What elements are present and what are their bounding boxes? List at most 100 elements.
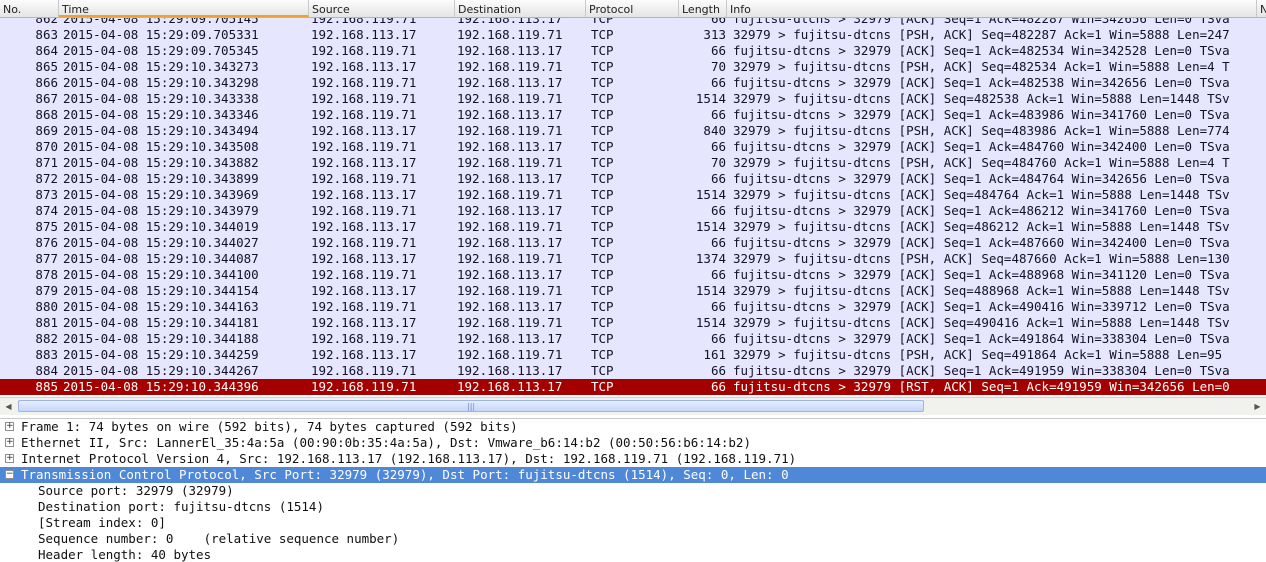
- column-info[interactable]: Info: [727, 0, 1257, 17]
- cell-info: 32979 > fujitsu-dtcns [ACK] Seq=486212 A…: [733, 219, 1230, 234]
- cell-info: 32979 > fujitsu-dtcns [PSH, ACK] Seq=482…: [733, 59, 1230, 74]
- cell-time: 2015-04-08 15:29:10.344396: [63, 379, 259, 394]
- scrollbar-thumb[interactable]: |||: [18, 400, 924, 412]
- column-no[interactable]: No.: [0, 0, 59, 17]
- cell-length: 66: [710, 299, 726, 314]
- cell-destination: 192.168.113.17: [457, 363, 563, 378]
- cell-protocol: TCP: [591, 75, 614, 90]
- cell-no: 881: [35, 315, 58, 330]
- cell-destination: 192.168.113.17: [457, 139, 563, 154]
- packet-row[interactable]: 871 2015-04-08 15:29:10.343882 192.168.113…: [0, 155, 1266, 171]
- detail-tcp-sequence-number[interactable]: Sequence number: 0 (relative sequence nu…: [0, 531, 1266, 547]
- packet-row[interactable]: 872 2015-04-08 15:29:10.343899 192.168.119…: [0, 171, 1266, 187]
- cell-protocol: TCP: [591, 363, 614, 378]
- packet-row[interactable]: 867 2015-04-08 15:29:10.343338 192.168.119…: [0, 91, 1266, 107]
- cell-info: fujitsu-dtcns > 32979 [ACK] Seq=1 Ack=49…: [733, 363, 1230, 378]
- cell-no: 877: [35, 251, 58, 266]
- cell-info: 32979 > fujitsu-dtcns [PSH, ACK] Seq=484…: [733, 155, 1230, 170]
- cell-time: 2015-04-08 15:29:09.705331: [63, 27, 259, 42]
- column-length[interactable]: Length: [679, 0, 727, 17]
- detail-ethernet[interactable]: + Ethernet II, Src: LannerEl_35:4a:5a (0…: [0, 435, 1266, 451]
- column-extra[interactable]: N: [1257, 0, 1266, 17]
- packet-row[interactable]: 879 2015-04-08 15:29:10.344154 192.168.113…: [0, 283, 1266, 299]
- detail-tcp-stream-index[interactable]: [Stream index: 0]: [0, 515, 1266, 531]
- column-source[interactable]: Source: [309, 0, 455, 17]
- cell-protocol: TCP: [591, 139, 614, 154]
- cell-source: 192.168.119.71: [311, 299, 417, 314]
- packet-row[interactable]: 863 2015-04-08 15:29:09.705331 192.168.113…: [0, 27, 1266, 43]
- packet-row[interactable]: 882 2015-04-08 15:29:10.344188 192.168.119…: [0, 331, 1266, 347]
- detail-tcp-destination-port[interactable]: Destination port: fujitsu-dtcns (1514): [0, 499, 1266, 515]
- packet-row[interactable]: 873 2015-04-08 15:29:10.343969 192.168.113…: [0, 187, 1266, 203]
- packet-row-selected[interactable]: 885 2015-04-08 15:29:10.344396 192.168.119…: [0, 379, 1266, 395]
- cell-protocol: TCP: [591, 331, 614, 346]
- detail-frame[interactable]: + Frame 1: 74 bytes on wire (592 bits), …: [0, 419, 1266, 435]
- cell-info: fujitsu-dtcns > 32979 [ACK] Seq=1 Ack=48…: [733, 235, 1230, 250]
- cell-source: 192.168.119.71: [311, 171, 417, 186]
- detail-field-text: [Stream index: 0]: [38, 515, 166, 530]
- expand-icon[interactable]: +: [5, 438, 14, 447]
- triangle-left-icon[interactable]: ◀: [1, 399, 16, 414]
- cell-source: 192.168.119.71: [311, 363, 417, 378]
- triangle-right-icon[interactable]: ▶: [1250, 399, 1265, 414]
- cell-no: 870: [35, 139, 58, 154]
- packet-row[interactable]: 877 2015-04-08 15:29:10.344087 192.168.113…: [0, 251, 1266, 267]
- cell-info: fujitsu-dtcns > 32979 [ACK] Seq=1 Ack=48…: [733, 43, 1230, 58]
- packet-row[interactable]: 868 2015-04-08 15:29:10.343346 192.168.119…: [0, 107, 1266, 123]
- cell-destination: 192.168.119.71: [457, 59, 563, 74]
- packet-details-pane[interactable]: + Frame 1: 74 bytes on wire (592 bits), …: [0, 418, 1266, 562]
- cell-info: fujitsu-dtcns > 32979 [ACK] Seq=1 Ack=48…: [733, 139, 1230, 154]
- cell-info: 32979 > fujitsu-dtcns [PSH, ACK] Seq=491…: [733, 347, 1223, 362]
- cell-source: 192.168.113.17: [311, 27, 417, 42]
- cell-destination: 192.168.113.17: [457, 235, 563, 250]
- cell-no: 880: [35, 299, 58, 314]
- packet-row[interactable]: 878 2015-04-08 15:29:10.344100 192.168.119…: [0, 267, 1266, 283]
- cell-length: 66: [710, 267, 726, 282]
- cell-protocol: TCP: [591, 203, 614, 218]
- packet-row[interactable]: 870 2015-04-08 15:29:10.343508 192.168.119…: [0, 139, 1266, 155]
- packet-row[interactable]: 866 2015-04-08 15:29:10.343298 192.168.119…: [0, 75, 1266, 91]
- packet-row[interactable]: 881 2015-04-08 15:29:10.344181 192.168.113…: [0, 315, 1266, 331]
- cell-protocol: TCP: [591, 171, 614, 186]
- cell-info: 32979 > fujitsu-dtcns [PSH, ACK] Seq=487…: [733, 251, 1230, 266]
- cell-time: 2015-04-08 15:29:10.344259: [63, 347, 259, 362]
- packet-row[interactable]: 875 2015-04-08 15:29:10.344019 192.168.113…: [0, 219, 1266, 235]
- packet-row[interactable]: 865 2015-04-08 15:29:10.343273 192.168.113…: [0, 59, 1266, 75]
- cell-destination: 192.168.119.71: [457, 27, 563, 42]
- packet-row[interactable]: 884 2015-04-08 15:29:10.344267 192.168.119…: [0, 363, 1266, 379]
- detail-tcp[interactable]: − Transmission Control Protocol, Src Por…: [0, 467, 1266, 483]
- cell-source: 192.168.119.71: [311, 43, 417, 58]
- packet-list-pane[interactable]: No. Time Source Destination Protocol Len…: [0, 0, 1266, 397]
- cell-destination: 192.168.119.71: [457, 155, 563, 170]
- packet-row[interactable]: 876 2015-04-08 15:29:10.344027 192.168.119…: [0, 235, 1266, 251]
- detail-field-text: Destination port: fujitsu-dtcns (1514): [38, 499, 324, 514]
- cell-protocol: TCP: [591, 379, 614, 394]
- cell-length: 66: [710, 379, 726, 394]
- cell-destination: 192.168.119.71: [457, 251, 563, 266]
- cell-length: 70: [710, 155, 726, 170]
- detail-tcp-source-port[interactable]: Source port: 32979 (32979): [0, 483, 1266, 499]
- collapse-icon[interactable]: −: [5, 470, 14, 479]
- packet-row[interactable]: 883 2015-04-08 15:29:10.344259 192.168.113…: [0, 347, 1266, 363]
- expand-icon[interactable]: +: [5, 422, 14, 431]
- column-protocol[interactable]: Protocol: [586, 0, 679, 17]
- cell-source: 192.168.119.71: [311, 203, 417, 218]
- cell-time: 2015-04-08 15:29:10.343969: [63, 187, 259, 202]
- cell-length: 66: [710, 75, 726, 90]
- column-destination[interactable]: Destination: [455, 0, 586, 17]
- packet-row[interactable]: 864 2015-04-08 15:29:09.705345 192.168.119…: [0, 43, 1266, 59]
- cell-time: 2015-04-08 15:29:10.344087: [63, 251, 259, 266]
- packet-row[interactable]: 874 2015-04-08 15:29:10.343979 192.168.119…: [0, 203, 1266, 219]
- horizontal-scrollbar[interactable]: ◀ ||| ▶: [0, 397, 1266, 415]
- packet-row[interactable]: 869 2015-04-08 15:29:10.343494 192.168.113…: [0, 123, 1266, 139]
- expand-icon[interactable]: +: [5, 454, 14, 463]
- detail-tcp-header-length[interactable]: Header length: 40 bytes: [0, 547, 1266, 562]
- detail-field-text: Header length: 40 bytes: [38, 547, 212, 562]
- detail-ip[interactable]: + Internet Protocol Version 4, Src: 192.…: [0, 451, 1266, 467]
- column-time[interactable]: Time: [59, 0, 309, 17]
- cell-destination: 192.168.113.17: [457, 107, 563, 122]
- packet-row[interactable]: 880 2015-04-08 15:29:10.344163 192.168.119…: [0, 299, 1266, 315]
- cell-destination: 192.168.113.17: [457, 171, 563, 186]
- cell-info: 32979 > fujitsu-dtcns [ACK] Seq=490416 A…: [733, 315, 1230, 330]
- detail-ethernet-text: Ethernet II, Src: LannerEl_35:4a:5a (00:…: [21, 435, 751, 450]
